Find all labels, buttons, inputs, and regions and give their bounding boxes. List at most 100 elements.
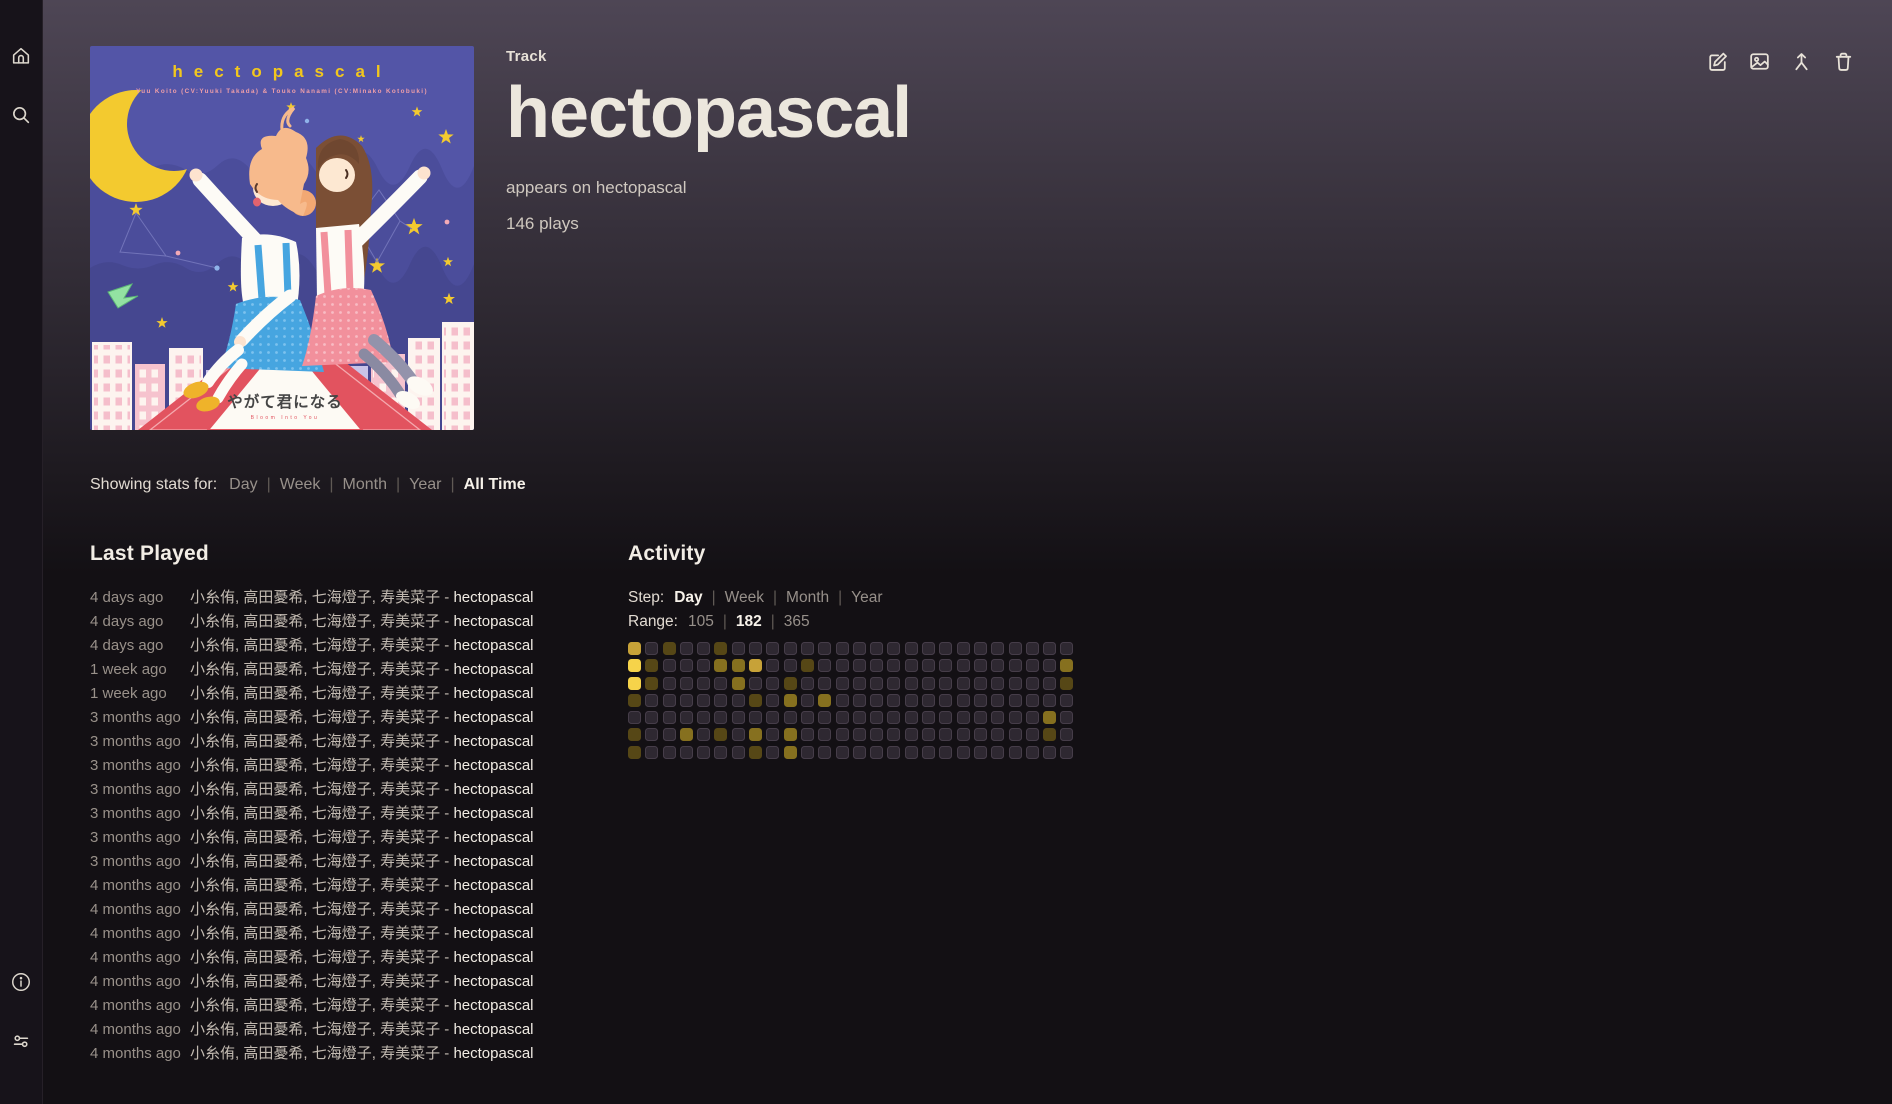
activity-cell[interactable] xyxy=(697,746,710,759)
activity-cell[interactable] xyxy=(905,746,918,759)
image-icon[interactable] xyxy=(1747,49,1772,74)
artist-link[interactable]: 七海燈子 xyxy=(312,973,372,990)
activity-cell[interactable] xyxy=(645,694,658,707)
activity-cell[interactable] xyxy=(836,746,849,759)
activity-cell[interactable] xyxy=(870,694,883,707)
artist-link[interactable]: 小糸侑 xyxy=(190,637,235,654)
activity-cell[interactable] xyxy=(1060,711,1073,724)
activity-cell[interactable] xyxy=(939,711,952,724)
artist-link[interactable]: 小糸侑 xyxy=(190,805,235,822)
option-year[interactable]: Year xyxy=(851,589,882,606)
activity-cell[interactable] xyxy=(1009,642,1022,655)
track-link[interactable]: hectopascal xyxy=(453,829,533,846)
activity-cell[interactable] xyxy=(853,746,866,759)
artist-link[interactable]: 小糸侑 xyxy=(190,661,235,678)
track-link[interactable]: hectopascal xyxy=(453,949,533,966)
track-link[interactable]: hectopascal xyxy=(453,901,533,918)
activity-cell[interactable] xyxy=(922,728,935,741)
artist-link[interactable]: 小糸侑 xyxy=(190,709,235,726)
activity-cell[interactable] xyxy=(784,659,797,672)
activity-cell[interactable] xyxy=(801,659,814,672)
activity-cell[interactable] xyxy=(991,659,1004,672)
artist-link[interactable]: 小糸侑 xyxy=(190,685,235,702)
artist-link[interactable]: 小糸侑 xyxy=(190,733,235,750)
activity-cell[interactable] xyxy=(939,728,952,741)
activity-cell[interactable] xyxy=(853,728,866,741)
activity-cell[interactable] xyxy=(922,642,935,655)
artist-link[interactable]: 小糸侑 xyxy=(190,901,235,918)
activity-cell[interactable] xyxy=(663,746,676,759)
option-week[interactable]: Week xyxy=(280,476,321,493)
activity-cell[interactable] xyxy=(628,694,641,707)
track-link[interactable]: hectopascal xyxy=(453,973,533,990)
activity-cell[interactable] xyxy=(1043,659,1056,672)
activity-cell[interactable] xyxy=(697,677,710,690)
activity-cell[interactable] xyxy=(766,642,779,655)
track-link[interactable]: hectopascal xyxy=(453,661,533,678)
activity-cell[interactable] xyxy=(645,659,658,672)
artist-link[interactable]: 七海燈子 xyxy=(312,613,372,630)
artist-link[interactable]: 寿美菜子 xyxy=(380,661,440,678)
activity-cell[interactable] xyxy=(991,746,1004,759)
activity-cell[interactable] xyxy=(749,728,762,741)
activity-cell[interactable] xyxy=(870,677,883,690)
activity-cell[interactable] xyxy=(1043,694,1056,707)
activity-cell[interactable] xyxy=(905,642,918,655)
activity-cell[interactable] xyxy=(887,642,900,655)
activity-cell[interactable] xyxy=(991,694,1004,707)
activity-cell[interactable] xyxy=(663,659,676,672)
activity-cell[interactable] xyxy=(974,642,987,655)
artist-link[interactable]: 寿美菜子 xyxy=(380,877,440,894)
artist-link[interactable]: 寿美菜子 xyxy=(380,733,440,750)
artist-link[interactable]: 七海燈子 xyxy=(312,1045,372,1062)
activity-cell[interactable] xyxy=(957,746,970,759)
artist-link[interactable]: 小糸侑 xyxy=(190,997,235,1014)
activity-cell[interactable] xyxy=(801,728,814,741)
activity-cell[interactable] xyxy=(732,642,745,655)
edit-icon[interactable] xyxy=(1705,49,1730,74)
activity-cell[interactable] xyxy=(1060,642,1073,655)
artist-link[interactable]: 小糸侑 xyxy=(190,925,235,942)
option-day[interactable]: Day xyxy=(229,476,257,493)
activity-cell[interactable] xyxy=(749,642,762,655)
activity-cell[interactable] xyxy=(957,711,970,724)
artist-link[interactable]: 七海燈子 xyxy=(312,733,372,750)
activity-cell[interactable] xyxy=(922,746,935,759)
activity-cell[interactable] xyxy=(870,746,883,759)
activity-cell[interactable] xyxy=(1009,677,1022,690)
activity-cell[interactable] xyxy=(887,677,900,690)
activity-cell[interactable] xyxy=(939,659,952,672)
activity-cell[interactable] xyxy=(1043,728,1056,741)
artist-link[interactable]: 高田憂希 xyxy=(243,949,303,966)
home-icon[interactable] xyxy=(10,45,32,67)
artist-link[interactable]: 高田憂希 xyxy=(243,757,303,774)
track-link[interactable]: hectopascal xyxy=(453,1021,533,1038)
option-month[interactable]: Month xyxy=(343,476,387,493)
option-all-time[interactable]: All Time xyxy=(464,476,526,493)
activity-cell[interactable] xyxy=(749,746,762,759)
activity-cell[interactable] xyxy=(836,728,849,741)
activity-cell[interactable] xyxy=(818,677,831,690)
track-link[interactable]: hectopascal xyxy=(453,1045,533,1062)
activity-cell[interactable] xyxy=(853,659,866,672)
activity-cell[interactable] xyxy=(801,694,814,707)
activity-cell[interactable] xyxy=(714,659,727,672)
activity-cell[interactable] xyxy=(784,746,797,759)
activity-cell[interactable] xyxy=(870,659,883,672)
activity-cell[interactable] xyxy=(784,694,797,707)
artist-link[interactable]: 小糸侑 xyxy=(190,1021,235,1038)
activity-cell[interactable] xyxy=(784,711,797,724)
option-year[interactable]: Year xyxy=(409,476,441,493)
activity-cell[interactable] xyxy=(836,677,849,690)
activity-cell[interactable] xyxy=(1026,694,1039,707)
artist-link[interactable]: 七海燈子 xyxy=(312,877,372,894)
track-link[interactable]: hectopascal xyxy=(453,589,533,606)
activity-cell[interactable] xyxy=(1043,677,1056,690)
activity-cell[interactable] xyxy=(784,677,797,690)
activity-cell[interactable] xyxy=(1026,711,1039,724)
activity-cell[interactable] xyxy=(974,694,987,707)
artist-link[interactable]: 七海燈子 xyxy=(312,685,372,702)
activity-cell[interactable] xyxy=(887,746,900,759)
activity-cell[interactable] xyxy=(663,642,676,655)
track-link[interactable]: hectopascal xyxy=(453,613,533,630)
